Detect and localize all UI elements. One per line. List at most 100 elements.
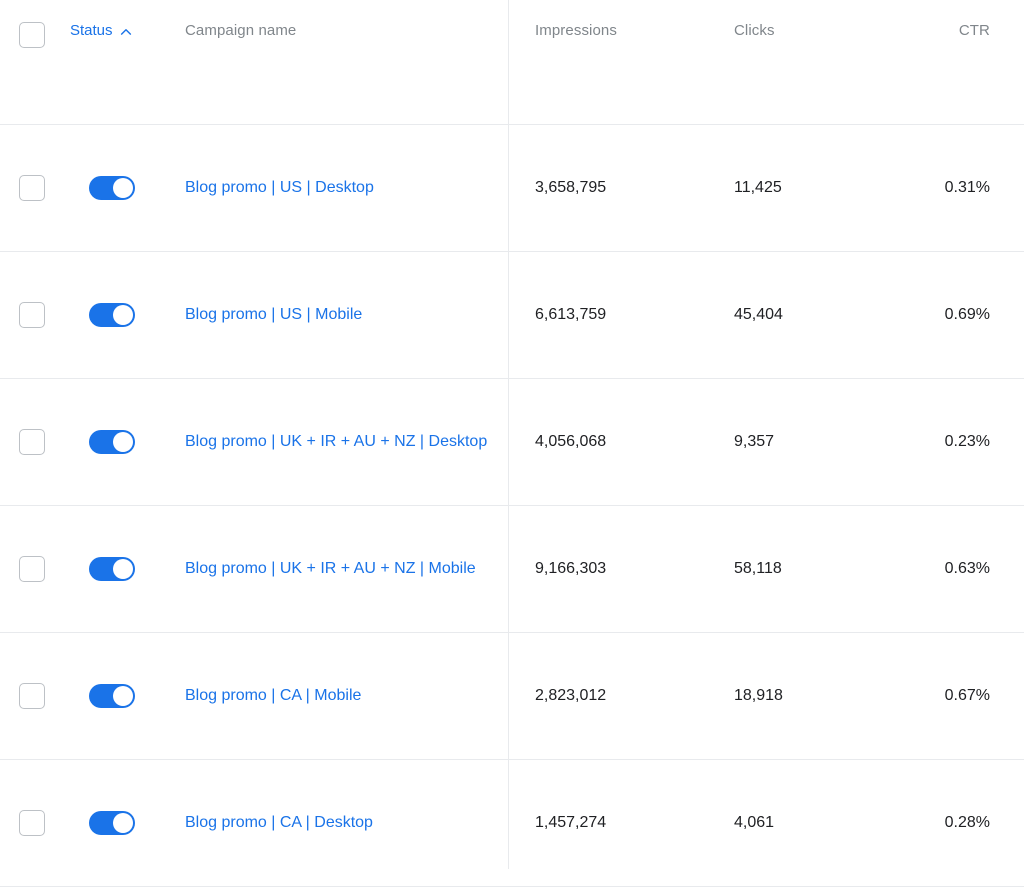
row-checkbox[interactable]: [19, 302, 45, 328]
row-clicks-cell: 4,061: [706, 759, 906, 886]
row-status-cell: [70, 632, 185, 759]
toggle-knob: [113, 813, 133, 833]
impressions-value: 1,457,274: [535, 814, 606, 831]
row-status-cell: [70, 759, 185, 886]
ctr-value: 0.63%: [945, 560, 990, 577]
status-toggle[interactable]: [89, 303, 135, 327]
row-select-cell: [0, 124, 70, 251]
row-select-cell: [0, 632, 70, 759]
row-ctr-cell: 0.69%: [906, 251, 1024, 378]
status-toggle[interactable]: [89, 811, 135, 835]
column-header-ctr[interactable]: CTR: [906, 0, 1024, 124]
toggle-knob: [113, 686, 133, 706]
column-header-status[interactable]: Status: [70, 0, 185, 124]
table-row: Blog promo | UK + IR + AU + NZ | Mobile …: [0, 505, 1024, 632]
row-ctr-cell: 0.63%: [906, 505, 1024, 632]
row-campaign-name-cell: Blog promo | UK + IR + AU + NZ | Desktop: [185, 378, 508, 505]
table-header: Status Campaign name Impressions: [0, 0, 1024, 124]
frozen-column-divider: [508, 0, 509, 869]
select-all-checkbox[interactable]: [19, 22, 45, 48]
column-header-ctr-label: CTR: [959, 22, 990, 39]
column-header-clicks[interactable]: Clicks: [706, 0, 906, 124]
impressions-value: 3,658,795: [535, 179, 606, 196]
row-campaign-name-cell: Blog promo | US | Mobile: [185, 251, 508, 378]
row-status-cell: [70, 378, 185, 505]
status-sort-control[interactable]: Status: [70, 22, 132, 39]
impressions-value: 9,166,303: [535, 560, 606, 577]
row-select-cell: [0, 251, 70, 378]
row-ctr-cell: 0.67%: [906, 632, 1024, 759]
status-toggle[interactable]: [89, 557, 135, 581]
table-header-row: Status Campaign name Impressions: [0, 0, 1024, 124]
row-impressions-cell: 6,613,759: [508, 251, 706, 378]
status-toggle[interactable]: [89, 684, 135, 708]
campaigns-table-container: Status Campaign name Impressions: [0, 0, 1024, 869]
status-toggle[interactable]: [89, 176, 135, 200]
campaign-name-link[interactable]: Blog promo | CA | Desktop: [185, 811, 373, 834]
row-status-cell: [70, 505, 185, 632]
impressions-value: 4,056,068: [535, 433, 606, 450]
row-checkbox[interactable]: [19, 429, 45, 455]
row-checkbox[interactable]: [19, 556, 45, 582]
row-impressions-cell: 2,823,012: [508, 632, 706, 759]
clicks-value: 58,118: [734, 560, 782, 577]
column-header-campaign-name[interactable]: Campaign name: [185, 0, 508, 124]
clicks-value: 9,357: [734, 433, 774, 450]
row-clicks-cell: 45,404: [706, 251, 906, 378]
column-header-impressions-label: Impressions: [535, 22, 617, 39]
status-toggle[interactable]: [89, 430, 135, 454]
clicks-value: 45,404: [734, 306, 783, 323]
ctr-value: 0.31%: [945, 179, 990, 196]
row-impressions-cell: 3,658,795: [508, 124, 706, 251]
row-campaign-name-cell: Blog promo | US | Desktop: [185, 124, 508, 251]
row-checkbox[interactable]: [19, 683, 45, 709]
row-checkbox[interactable]: [19, 175, 45, 201]
campaign-name-link[interactable]: Blog promo | UK + IR + AU + NZ | Mobile: [185, 557, 476, 580]
row-campaign-name-cell: Blog promo | CA | Mobile: [185, 632, 508, 759]
row-clicks-cell: 11,425: [706, 124, 906, 251]
row-select-cell: [0, 505, 70, 632]
campaigns-table: Status Campaign name Impressions: [0, 0, 1024, 887]
table-row: Blog promo | US | Desktop 3,658,795 11,4…: [0, 124, 1024, 251]
table-row: Blog promo | CA | Mobile 2,823,012 18,91…: [0, 632, 1024, 759]
column-header-status-label: Status: [70, 22, 113, 39]
table-row: Blog promo | US | Mobile 6,613,759 45,40…: [0, 251, 1024, 378]
row-campaign-name-cell: Blog promo | CA | Desktop: [185, 759, 508, 886]
ctr-value: 0.28%: [945, 814, 990, 831]
row-campaign-name-cell: Blog promo | UK + IR + AU + NZ | Mobile: [185, 505, 508, 632]
campaign-name-link[interactable]: Blog promo | US | Mobile: [185, 303, 362, 326]
column-header-select-all: [0, 0, 70, 124]
campaign-name-link[interactable]: Blog promo | UK + IR + AU + NZ | Desktop: [185, 430, 487, 453]
ctr-value: 0.69%: [945, 306, 990, 323]
impressions-value: 2,823,012: [535, 687, 606, 704]
column-header-impressions[interactable]: Impressions: [508, 0, 706, 124]
row-ctr-cell: 0.31%: [906, 124, 1024, 251]
table-row: Blog promo | UK + IR + AU + NZ | Desktop…: [0, 378, 1024, 505]
toggle-knob: [113, 305, 133, 325]
clicks-value: 18,918: [734, 687, 783, 704]
row-checkbox[interactable]: [19, 810, 45, 836]
row-clicks-cell: 9,357: [706, 378, 906, 505]
column-header-campaign-name-label: Campaign name: [185, 22, 296, 39]
row-ctr-cell: 0.28%: [906, 759, 1024, 886]
clicks-value: 11,425: [734, 179, 782, 196]
toggle-knob: [113, 559, 133, 579]
row-select-cell: [0, 759, 70, 886]
table-body: Blog promo | US | Desktop 3,658,795 11,4…: [0, 124, 1024, 886]
campaign-name-link[interactable]: Blog promo | US | Desktop: [185, 176, 374, 199]
impressions-value: 6,613,759: [535, 306, 606, 323]
campaign-name-link[interactable]: Blog promo | CA | Mobile: [185, 684, 361, 707]
row-select-cell: [0, 378, 70, 505]
table-row: Blog promo | CA | Desktop 1,457,274 4,06…: [0, 759, 1024, 886]
ctr-value: 0.23%: [945, 433, 990, 450]
row-clicks-cell: 58,118: [706, 505, 906, 632]
row-status-cell: [70, 251, 185, 378]
toggle-knob: [113, 178, 133, 198]
row-impressions-cell: 1,457,274: [508, 759, 706, 886]
row-status-cell: [70, 124, 185, 251]
clicks-value: 4,061: [734, 814, 774, 831]
row-impressions-cell: 9,166,303: [508, 505, 706, 632]
row-impressions-cell: 4,056,068: [508, 378, 706, 505]
row-ctr-cell: 0.23%: [906, 378, 1024, 505]
row-clicks-cell: 18,918: [706, 632, 906, 759]
